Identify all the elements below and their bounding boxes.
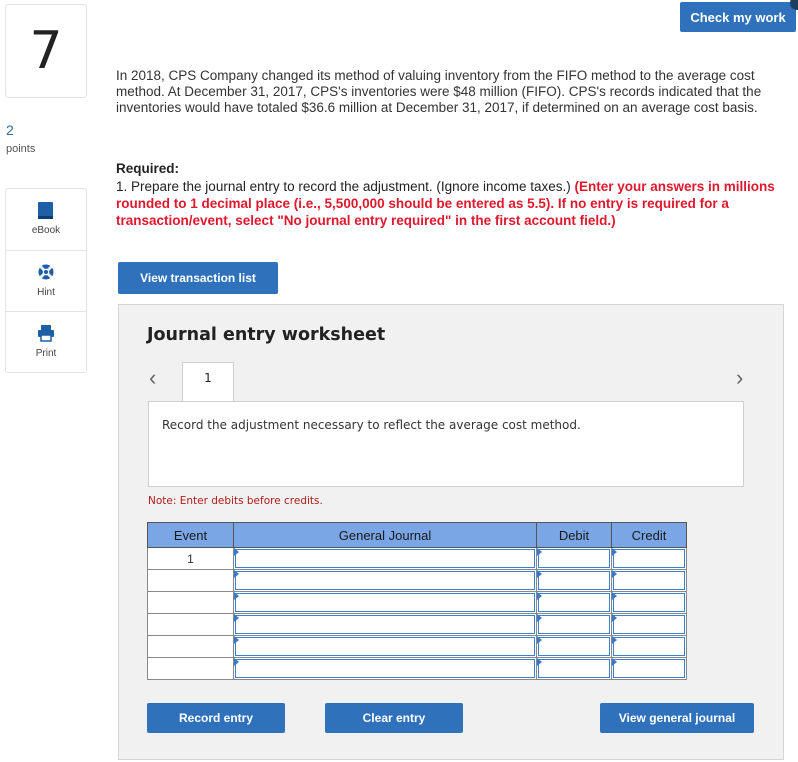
event-cell — [147, 635, 234, 658]
event-cell — [147, 591, 234, 614]
debit-input[interactable] — [536, 613, 612, 636]
dropdown-marker-icon — [612, 614, 617, 622]
worksheet-tab-1[interactable]: 1 — [182, 362, 234, 403]
debit-input[interactable] — [536, 657, 612, 680]
dropdown-marker-icon — [537, 614, 542, 622]
table-row — [147, 569, 687, 592]
next-arrow-icon[interactable]: › — [736, 365, 743, 391]
points-label: points — [6, 143, 36, 155]
debit-credit-note: Note: Enter debits before credits. — [148, 495, 323, 507]
ebook-tool[interactable]: eBook — [6, 189, 86, 249]
column-header-credit: Credit — [611, 522, 687, 548]
account-select[interactable] — [233, 591, 537, 614]
dropdown-marker-icon — [612, 636, 617, 644]
column-header-general-journal: General Journal — [233, 522, 537, 548]
dropdown-marker-icon — [234, 614, 239, 622]
debit-input[interactable] — [536, 547, 612, 570]
dropdown-marker-icon — [537, 548, 542, 556]
required-part-text: 1. Prepare the journal entry to record t… — [116, 179, 575, 194]
credit-input[interactable] — [611, 657, 687, 680]
previous-arrow-icon[interactable]: ‹ — [149, 365, 156, 391]
hint-tool[interactable]: Hint — [6, 250, 86, 311]
table-row — [147, 635, 687, 658]
dropdown-marker-icon — [612, 548, 617, 556]
debit-input[interactable] — [536, 569, 612, 592]
credit-input[interactable] — [611, 591, 687, 614]
journal-table-header: Event General Journal Debit Credit — [147, 522, 687, 548]
credit-input[interactable] — [611, 635, 687, 658]
account-select[interactable] — [233, 613, 537, 636]
dropdown-marker-icon — [234, 636, 239, 644]
transaction-description-box: Record the adjustment necessary to refle… — [148, 401, 744, 487]
event-cell: 1 — [147, 547, 234, 570]
dropdown-marker-icon — [537, 658, 542, 666]
question-number: 7 — [5, 4, 87, 98]
dropdown-marker-icon — [537, 570, 542, 578]
required-heading: Required: — [116, 161, 180, 176]
view-transaction-list-button[interactable]: View transaction list — [118, 262, 278, 294]
dropdown-marker-icon — [234, 592, 239, 600]
table-row — [147, 657, 687, 680]
account-select[interactable] — [233, 547, 537, 570]
debit-input[interactable] — [536, 591, 612, 614]
dropdown-marker-icon — [612, 658, 617, 666]
column-header-debit: Debit — [536, 522, 612, 548]
journal-entry-worksheet: Journal entry worksheet ‹ 1 › Record the… — [118, 304, 784, 760]
required-instructions: 1. Prepare the journal entry to record t… — [116, 178, 794, 229]
column-header-event: Event — [147, 522, 234, 548]
points-value: 2 — [6, 122, 14, 138]
clear-entry-button[interactable]: Clear entry — [325, 703, 463, 733]
dropdown-marker-icon — [537, 592, 542, 600]
printer-icon — [38, 325, 54, 342]
print-label: Print — [35, 348, 57, 359]
check-my-work-button[interactable]: Check my work — [680, 2, 796, 32]
table-row — [147, 591, 687, 614]
record-entry-button[interactable]: Record entry — [147, 703, 285, 733]
account-select[interactable] — [233, 569, 537, 592]
view-general-journal-button[interactable]: View general journal — [600, 703, 754, 733]
table-row — [147, 613, 687, 636]
event-cell — [147, 657, 234, 680]
print-tool[interactable]: Print — [6, 311, 86, 372]
transaction-description: Record the adjustment necessary to refle… — [162, 418, 581, 432]
event-cell — [147, 569, 234, 592]
credit-input[interactable] — [611, 569, 687, 592]
account-select[interactable] — [233, 635, 537, 658]
dropdown-marker-icon — [612, 570, 617, 578]
account-select[interactable] — [233, 657, 537, 680]
question-text: In 2018, CPS Company changed its method … — [116, 68, 762, 115]
dropdown-marker-icon — [234, 548, 239, 556]
event-cell — [147, 613, 234, 636]
tool-panel: eBook Hint Print — [5, 188, 87, 373]
lifebuoy-icon — [38, 264, 54, 280]
hint-label: Hint — [37, 287, 55, 298]
credit-input[interactable] — [611, 613, 687, 636]
ebook-label: eBook — [31, 225, 61, 236]
dropdown-marker-icon — [537, 636, 542, 644]
book-icon — [38, 202, 53, 219]
dropdown-marker-icon — [612, 592, 617, 600]
dropdown-marker-icon — [234, 658, 239, 666]
credit-input[interactable] — [611, 547, 687, 570]
worksheet-title: Journal entry worksheet — [147, 325, 386, 345]
dropdown-marker-icon — [234, 570, 239, 578]
table-row: 1 — [147, 547, 687, 570]
debit-input[interactable] — [536, 635, 612, 658]
journal-table: Event General Journal Debit Credit 1 — [147, 522, 687, 680]
